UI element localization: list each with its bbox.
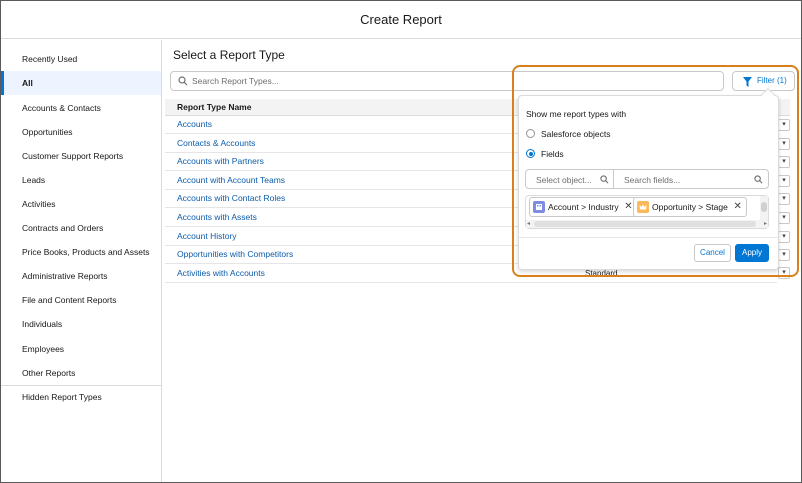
modal-title: Create Report (1, 1, 801, 39)
sidebar-item-accounts-contacts[interactable]: Accounts & Contacts (1, 96, 161, 120)
sidebar-item-activities[interactable]: Activities (1, 192, 161, 216)
report-type-link[interactable]: Opportunities with Competitors (177, 249, 293, 259)
report-type-link[interactable]: Contacts & Accounts (177, 138, 255, 148)
sidebar-item-other-reports[interactable]: Other Reports (1, 361, 161, 385)
sidebar-item-individuals[interactable]: Individuals (1, 312, 161, 336)
create-report-modal: Create Report Recently Used All Accounts… (0, 0, 802, 483)
page-title: Select a Report Type (173, 48, 285, 62)
report-type-link[interactable]: Accounts with Partners (177, 156, 264, 166)
sidebar-item-hidden-report-types[interactable]: Hidden Report Types (1, 385, 161, 409)
search-icon (178, 76, 188, 88)
sidebar-item-leads[interactable]: Leads (1, 168, 161, 192)
report-type-link[interactable]: Activities with Accounts (177, 268, 265, 278)
sidebar-item-price-books[interactable]: Price Books, Products and Assets (1, 240, 161, 264)
sidebar-item-all[interactable]: All (1, 71, 161, 95)
sidebar-item-file-content-reports[interactable]: File and Content Reports (1, 288, 161, 312)
report-type-link[interactable]: Accounts with Contact Roles (177, 193, 285, 203)
sidebar: Recently Used All Accounts & Contacts Op… (1, 40, 162, 482)
highlight-box (512, 65, 799, 277)
report-type-link[interactable]: Accounts (177, 119, 212, 129)
sidebar-item-administrative-reports[interactable]: Administrative Reports (1, 264, 161, 288)
sidebar-item-contracts-orders[interactable]: Contracts and Orders (1, 216, 161, 240)
sidebar-item-recently-used[interactable]: Recently Used (1, 47, 161, 71)
sidebar-item-opportunities[interactable]: Opportunities (1, 120, 161, 144)
sidebar-item-customer-support-reports[interactable]: Customer Support Reports (1, 144, 161, 168)
report-type-link[interactable]: Account History (177, 231, 237, 241)
column-header-name[interactable]: Report Type Name (177, 102, 251, 112)
sidebar-item-employees[interactable]: Employees (1, 337, 161, 361)
report-type-link[interactable]: Accounts with Assets (177, 212, 257, 222)
report-type-link[interactable]: Account with Account Teams (177, 175, 285, 185)
